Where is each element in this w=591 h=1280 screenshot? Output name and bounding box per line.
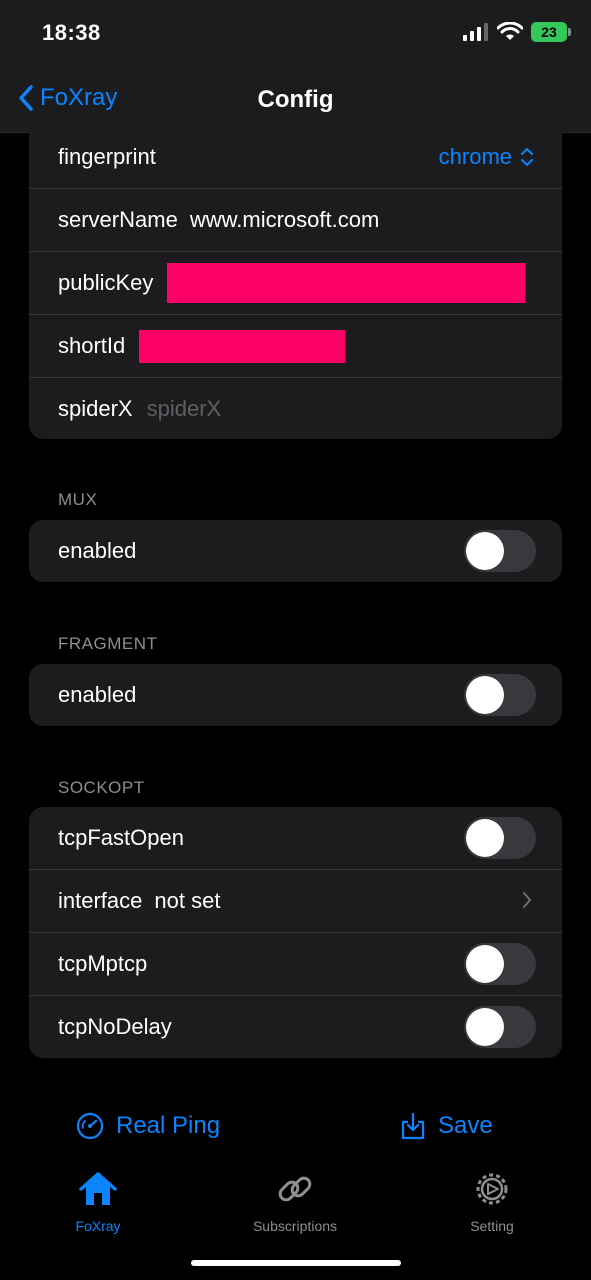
save-button[interactable]: Save: [400, 1112, 493, 1140]
battery-indicator: 23: [531, 22, 571, 42]
sockopt-section-title: SOCKOPT: [58, 778, 145, 797]
fingerprint-row[interactable]: fingerprint chrome: [29, 126, 562, 188]
fragment-group: enabled: [29, 664, 562, 726]
tcpmptcp-label: tcpMptcp: [58, 951, 148, 976]
reality-settings-group: fingerprint chrome serverName www.micros…: [29, 126, 562, 439]
tcpnodelay-label: tcpNoDelay: [58, 1014, 172, 1039]
interface-value: not set: [154, 888, 221, 913]
bottom-actions: Real Ping Save: [0, 1112, 591, 1152]
fragment-enabled-toggle[interactable]: [464, 674, 536, 716]
tcpfastopen-label: tcpFastOpen: [58, 825, 184, 850]
fingerprint-label: fingerprint: [58, 144, 156, 169]
real-ping-button[interactable]: Real Ping: [76, 1112, 220, 1140]
interface-label: interface: [58, 888, 143, 913]
shortid-redacted-field[interactable]: [139, 329, 346, 363]
link-icon: [278, 1176, 312, 1202]
publickey-row[interactable]: publicKey: [29, 251, 562, 314]
save-label: Save: [438, 1112, 493, 1139]
tab-setting-label: Setting: [470, 1218, 514, 1234]
shortid-row[interactable]: shortId: [29, 314, 562, 377]
status-icons: 23: [463, 22, 571, 42]
tcpnodelay-row: tcpNoDelay: [29, 995, 562, 1058]
interface-row[interactable]: interface not set: [29, 869, 562, 932]
house-icon: [79, 1172, 117, 1205]
sockopt-group: tcpFastOpen interface not set tcpMptcp t…: [29, 807, 562, 1058]
fragment-enabled-row: enabled: [29, 664, 562, 726]
mux-enabled-toggle[interactable]: [464, 530, 536, 572]
fragment-section-title: FRAGMENT: [58, 634, 158, 653]
publickey-redacted-field[interactable]: [167, 263, 526, 303]
chevron-up-down-icon: [521, 147, 533, 167]
navigation-bar: FoXray Config: [0, 70, 591, 133]
tcpmptcp-toggle[interactable]: [464, 943, 536, 985]
servername-label: serverName: [58, 207, 178, 232]
spiderx-label: spiderX: [58, 396, 133, 421]
wifi-icon: [497, 22, 523, 40]
fingerprint-picker[interactable]: chrome: [439, 144, 534, 170]
download-tray-icon: [401, 1112, 425, 1140]
tcpfastopen-toggle[interactable]: [464, 817, 536, 859]
fingerprint-value: chrome: [438, 144, 512, 169]
servername-field[interactable]: www.microsoft.com: [190, 207, 379, 233]
home-indicator: [191, 1260, 401, 1266]
spiderx-row[interactable]: spiderX spiderX: [29, 377, 562, 439]
cellular-signal-icon: [463, 23, 488, 41]
tcpnodelay-toggle[interactable]: [464, 1006, 536, 1048]
chevron-right-icon: [523, 892, 532, 908]
tab-foxray-label: FoXray: [75, 1218, 121, 1234]
status-bar: 18:38 23: [0, 0, 591, 70]
gear-icon: [476, 1173, 508, 1205]
mux-enabled-row: enabled: [29, 520, 562, 582]
mux-group: enabled: [29, 520, 562, 582]
real-ping-label: Real Ping: [116, 1112, 221, 1139]
status-time: 18:38: [42, 20, 101, 45]
fragment-enabled-label: enabled: [58, 682, 137, 707]
tcpmptcp-row: tcpMptcp: [29, 932, 562, 995]
speedometer-icon: [76, 1112, 104, 1140]
tab-foxray[interactable]: FoXray: [23, 1168, 173, 1234]
shortid-label: shortId: [58, 333, 126, 358]
tab-setting[interactable]: Setting: [417, 1168, 567, 1234]
tab-subscriptions[interactable]: Subscriptions: [220, 1168, 370, 1234]
spiderx-field[interactable]: spiderX: [147, 396, 222, 422]
mux-enabled-label: enabled: [58, 538, 137, 563]
mux-section-title: MUX: [58, 490, 98, 509]
servername-row[interactable]: serverName www.microsoft.com: [29, 188, 562, 251]
tcpfastopen-row: tcpFastOpen: [29, 807, 562, 869]
page-title: Config: [257, 86, 334, 113]
tab-subscriptions-label: Subscriptions: [252, 1218, 338, 1234]
publickey-label: publicKey: [58, 270, 154, 295]
